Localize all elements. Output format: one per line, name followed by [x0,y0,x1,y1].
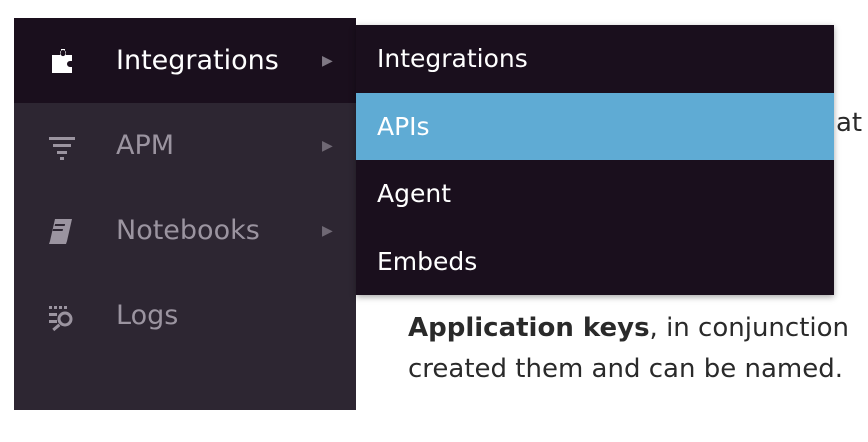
sidebar-nav: Integrations ▶ APM ▶ Notebooks ▶ Logs [14,18,356,410]
logs-icon [42,296,82,336]
page-text-fragment: at [836,108,863,138]
paragraph-line-1-rest: , in conjunction [649,313,850,343]
submenu-item-agent[interactable]: Agent [356,160,834,228]
submenu-item-integrations[interactable]: Integrations [356,25,834,93]
sidebar-item-label: Notebooks [116,215,260,246]
sidebar-item-integrations[interactable]: Integrations ▶ [14,18,356,103]
puzzle-icon [42,41,82,81]
chevron-right-icon: ▶ [322,137,333,154]
sidebar-item-label: Logs [116,300,179,331]
paragraph-line-2: created them and can be named. [408,354,843,384]
sidebar-item-label: APM [116,130,175,161]
paragraph-line-1: Application keys, in conjunction [408,308,868,349]
chevron-right-icon: ▶ [322,52,333,69]
chevron-right-icon: ▶ [322,222,333,239]
sidebar-item-label: Integrations [116,45,279,76]
submenu-item-apis[interactable]: APIs [356,92,834,160]
sidebar-item-logs[interactable]: Logs [14,273,356,358]
submenu-item-embeds[interactable]: Embeds [356,228,834,296]
apm-filter-icon [42,126,82,166]
integrations-submenu: Integrations APIs Agent Embeds [356,25,834,295]
sidebar-item-apm[interactable]: APM ▶ [14,103,356,188]
notebook-icon [42,211,82,251]
page-paragraph: Application keys, in conjunction created… [408,308,868,390]
sidebar-item-notebooks[interactable]: Notebooks ▶ [14,188,356,273]
paragraph-bold-term: Application keys [408,313,650,343]
